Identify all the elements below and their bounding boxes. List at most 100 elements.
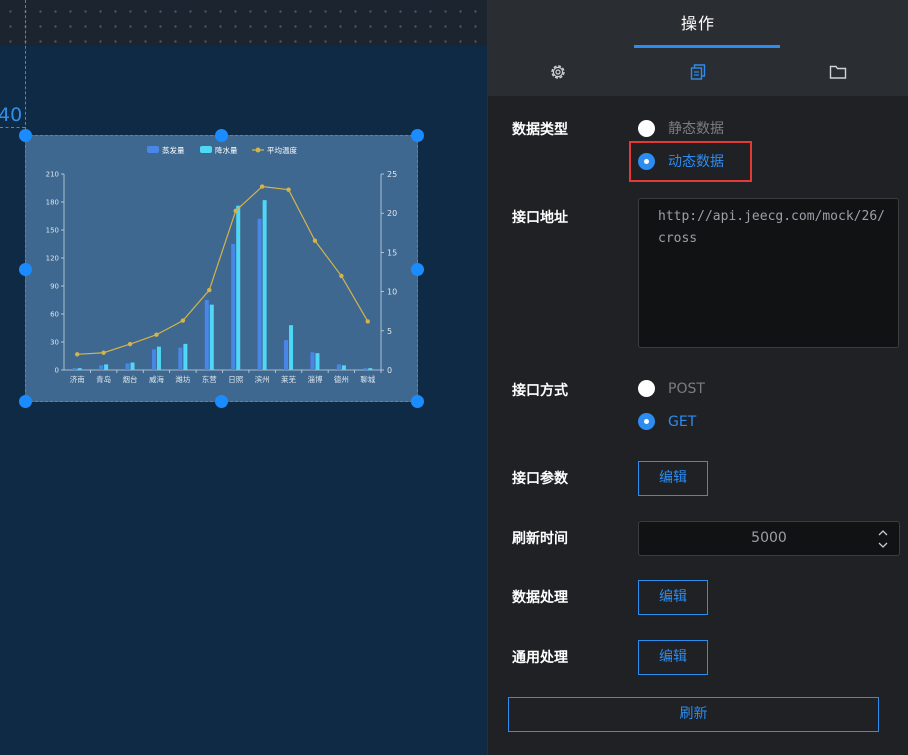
radio-circle	[638, 119, 655, 137]
refresh-time-stepper[interactable]: 5000	[638, 521, 900, 556]
y-right-tick-label: 10	[387, 288, 397, 297]
point-temperature	[286, 187, 291, 192]
edit-common-processing-button[interactable]: 编辑	[638, 640, 708, 675]
position-readout: 40	[0, 104, 23, 126]
api-method-label: 接口方式	[512, 383, 568, 399]
bar-evaporation	[178, 347, 183, 370]
stepper-arrows-icon[interactable]	[877, 527, 889, 551]
point-temperature	[101, 350, 106, 355]
y-right-tick-label: 20	[387, 209, 397, 218]
x-tick-label: 烟台	[123, 374, 138, 384]
legend-label: 平均温度	[267, 145, 297, 155]
bar-evaporation	[204, 300, 209, 370]
bar-precipitation	[341, 365, 346, 370]
vertical-guide-line	[25, 0, 26, 135]
legend-label: 降水量	[215, 145, 238, 155]
point-temperature	[180, 318, 186, 323]
edit-api-params-button[interactable]: 编辑	[638, 461, 708, 496]
radio-static-data[interactable]: 静态数据	[638, 118, 724, 138]
point-temperature	[233, 208, 238, 214]
bar-precipitation	[104, 364, 109, 370]
x-tick-label: 青岛	[96, 374, 111, 384]
x-tick-label: 滨州	[255, 374, 270, 384]
bar-precipitation	[209, 304, 214, 370]
y-left-tick-label: 90	[50, 283, 59, 291]
point-temperature	[259, 184, 265, 189]
bar-evaporation	[72, 368, 77, 370]
x-tick-label: 德州	[334, 374, 349, 384]
legend-label: 蒸发量	[162, 145, 185, 155]
bar-evaporation	[125, 363, 130, 370]
y-left-tick-label: 30	[50, 339, 59, 347]
bar-precipitation	[130, 362, 135, 370]
bar-evaporation	[310, 352, 315, 370]
bar-precipitation	[368, 368, 373, 370]
resize-handle-bottom-center[interactable]	[215, 395, 228, 408]
resize-handle-top-left[interactable]	[19, 129, 32, 142]
resize-handle-bottom-right[interactable]	[411, 395, 424, 408]
bar-precipitation	[262, 200, 267, 370]
y-left-tick-label: 0	[55, 367, 59, 375]
api-url-textarea[interactable]: http://api.jeecg.com/mock/26/cross	[638, 198, 899, 348]
radio-label: 静态数据	[668, 121, 724, 137]
y-left-tick-label: 210	[46, 171, 59, 179]
resize-handle-bottom-left[interactable]	[19, 395, 32, 408]
copy-icon	[690, 63, 706, 80]
radio-get[interactable]: GET	[638, 413, 696, 430]
resize-handle-top-right[interactable]	[411, 129, 424, 142]
bar-evaporation	[151, 349, 156, 370]
edit-data-processing-button[interactable]: 编辑	[638, 580, 708, 615]
point-temperature	[339, 273, 344, 279]
bar-precipitation	[156, 346, 161, 370]
panel-tabs	[488, 48, 908, 96]
bar-evaporation	[231, 244, 236, 370]
radio-post[interactable]: POST	[638, 380, 705, 397]
point-temperature	[154, 332, 159, 337]
point-temperature	[312, 238, 318, 243]
y-left-tick-label: 180	[46, 199, 59, 207]
legend-swatch	[200, 146, 212, 153]
panel-header: 操作	[488, 0, 908, 48]
y-left-tick-label: 120	[46, 255, 59, 263]
resize-handle-middle-left[interactable]	[19, 263, 32, 276]
x-tick-label: 威海	[149, 374, 164, 384]
y-right-tick-label: 25	[387, 170, 397, 179]
bar-evaporation	[99, 365, 104, 370]
operation-panel: 操作 数据类型 静态数据 动态数据 接口地址 http://api.jeecg.…	[487, 0, 908, 755]
refresh-button[interactable]: 刷新	[508, 697, 879, 732]
bar-evaporation	[284, 340, 289, 370]
tab-data[interactable]	[628, 48, 768, 95]
y-left-tick-label: 150	[46, 227, 59, 235]
radio-label: GET	[668, 413, 697, 430]
panel-title-underline	[634, 45, 780, 48]
bar-precipitation	[77, 368, 82, 370]
point-temperature	[365, 319, 370, 324]
resize-handle-top-center[interactable]	[215, 129, 228, 142]
bar-evaporation	[363, 368, 368, 370]
x-tick-label: 济南	[70, 374, 85, 384]
x-tick-label: 淄博	[307, 374, 322, 384]
api-params-label: 接口参数	[512, 471, 568, 487]
chart-component[interactable]: 0 30 60 90 120 150 180 210 0 5 10 15 20 25 济南 青岛 烟台 威海 潍坊 东…	[25, 135, 418, 402]
point-temperature	[127, 341, 133, 347]
refresh-time-value: 5000	[751, 530, 787, 546]
y-right-tick-label: 0	[387, 366, 392, 375]
legend-swatch	[147, 146, 159, 153]
tab-settings[interactable]	[488, 48, 628, 95]
bar-precipitation	[183, 343, 188, 370]
resize-handle-middle-right[interactable]	[411, 263, 424, 276]
y-right-tick-label: 15	[387, 248, 397, 257]
canvas-ruler	[0, 0, 487, 46]
x-tick-label: 潍坊	[175, 374, 190, 384]
common-processing-label: 通用处理	[512, 650, 568, 666]
folder-icon	[829, 65, 847, 79]
design-canvas[interactable]: 40 0 30 60 90 120 150 180 210 0 5 10 15 20 25 济南 青岛 烟台 威海…	[0, 0, 487, 755]
x-tick-label: 东营	[202, 374, 217, 384]
panel-title: 操作	[680, 14, 715, 33]
bar-precipitation	[236, 205, 241, 370]
y-left-tick-label: 60	[50, 311, 59, 319]
tab-files[interactable]	[768, 48, 908, 95]
refresh-time-label: 刷新时间	[512, 531, 568, 547]
point-temperature	[207, 287, 212, 293]
gear-icon	[551, 64, 565, 79]
